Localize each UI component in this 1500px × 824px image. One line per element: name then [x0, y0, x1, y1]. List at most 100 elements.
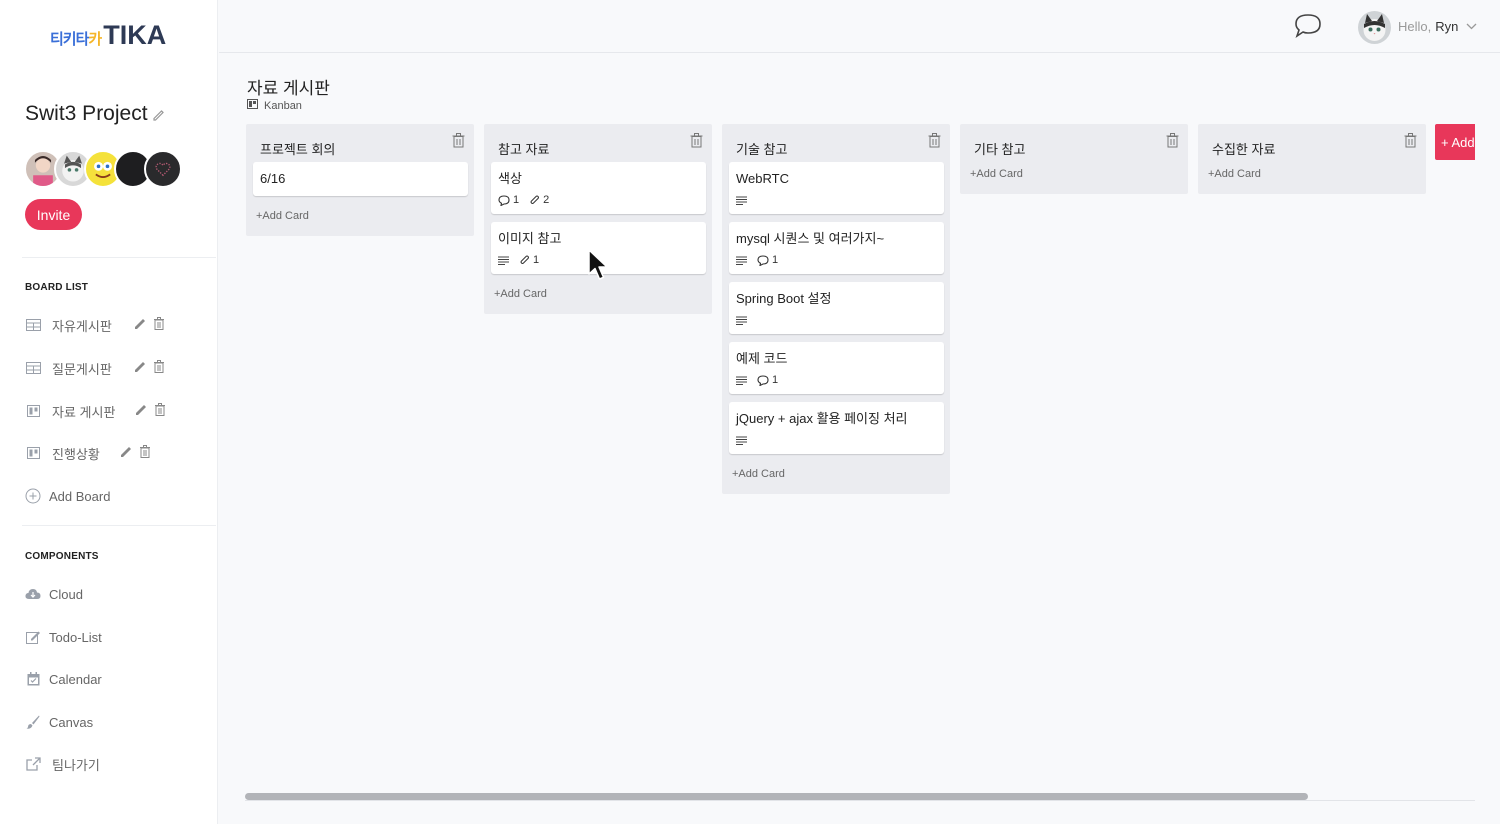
sidebar-item-board-2[interactable]: 질문게시판 — [25, 356, 165, 380]
horizontal-scrollbar[interactable] — [245, 791, 1475, 801]
greeting-text: Hello, — [1398, 19, 1432, 34]
card-title: 색상 — [498, 171, 522, 186]
description-icon — [736, 256, 747, 265]
description-icon — [498, 256, 509, 265]
add-card-button[interactable]: +Add Card — [1198, 162, 1426, 194]
kanban-card[interactable]: 6/16 — [253, 162, 468, 196]
add-card-button[interactable]: +Add Card — [246, 204, 474, 236]
description-icon — [736, 376, 747, 385]
project-title-text: Swit3 Project — [25, 102, 148, 125]
kanban-column: 기술 참고 WebRTC mysql 시퀀스 및 여러가지~ 1 Spring … — [722, 124, 950, 494]
user-name: Ryn — [1435, 19, 1459, 34]
edit-project-pencil-icon[interactable] — [152, 108, 166, 125]
chat-icon[interactable] — [1294, 13, 1322, 39]
app-logo[interactable]: 티키타 카 TIKA — [50, 20, 166, 51]
mouse-pointer-icon — [587, 249, 611, 283]
sidebar-item-calendar[interactable]: Calendar — [25, 668, 102, 690]
scrollbar-thumb[interactable] — [245, 793, 1308, 800]
sidebar-item-leave-team[interactable]: 팀나가기 — [25, 753, 100, 775]
kanban-card[interactable]: WebRTC — [729, 162, 944, 214]
logo-korean: 티키타 — [50, 31, 89, 48]
trash-icon[interactable] — [153, 317, 165, 333]
comment-count: 1 — [513, 194, 520, 206]
description-icon — [736, 436, 747, 445]
trash-icon[interactable] — [690, 133, 704, 149]
logo-korean-accent: 카 — [88, 31, 103, 48]
board-name: 자료 게시판 — [52, 404, 116, 420]
add-board-button[interactable]: Add Board — [25, 484, 110, 508]
card-title: jQuery + ajax 활용 페이징 처리 — [736, 411, 908, 426]
pencil-icon[interactable] — [134, 360, 147, 376]
add-card-button[interactable]: +Add Card — [484, 282, 712, 314]
user-menu[interactable]: Hello, Ryn — [1398, 19, 1477, 34]
kanban-card[interactable]: 예제 코드 1 — [729, 342, 944, 394]
chevron-down-icon — [1466, 21, 1477, 33]
kanban-icon — [247, 99, 258, 112]
component-label: Todo-List — [49, 629, 102, 645]
kanban-column: 기타 참고 +Add Card — [960, 124, 1188, 194]
board-type: Kanban — [247, 99, 302, 112]
add-card-button[interactable]: +Add Card — [722, 462, 950, 494]
add-list-button[interactable]: + Add — [1435, 124, 1475, 160]
column-title[interactable]: 수집한 자료 — [1212, 139, 1275, 158]
component-label: 팀나가기 — [52, 757, 100, 773]
board-name: 질문게시판 — [52, 361, 112, 377]
column-title[interactable]: 프로젝트 회의 — [260, 139, 335, 158]
board-name: 진행상황 — [52, 446, 100, 462]
components-heading: COMPONENTS — [25, 551, 99, 562]
card-title: 이미지 참고 — [498, 231, 562, 246]
trash-icon[interactable] — [153, 360, 165, 376]
kanban-card[interactable]: 색상 1 2 — [491, 162, 706, 214]
add-card-button[interactable]: +Add Card — [960, 162, 1188, 194]
trash-icon[interactable] — [1404, 133, 1418, 149]
board-type-label: Kanban — [264, 99, 302, 112]
description-icon — [736, 316, 747, 325]
trash-icon[interactable] — [1166, 133, 1180, 149]
paperclip-icon — [519, 255, 530, 266]
column-title[interactable]: 기타 참고 — [974, 139, 1025, 158]
card-title: Spring Boot 설정 — [736, 291, 832, 306]
trash-icon[interactable] — [928, 133, 942, 149]
paperclip-icon — [529, 195, 540, 206]
sidebar: 티키타 카 TIKA Swit3 Project Invite BOARD LIST… — [0, 0, 218, 824]
sidebar-item-board-1[interactable]: 자유게시판 — [25, 313, 165, 337]
user-avatar[interactable] — [1358, 11, 1391, 44]
calendar-icon — [25, 671, 41, 687]
pencil-icon[interactable] — [120, 445, 133, 461]
kanban-column: 수집한 자료 +Add Card — [1198, 124, 1426, 194]
plus-circle-icon — [25, 488, 41, 504]
column-title[interactable]: 기술 참고 — [736, 139, 787, 158]
edit-icon — [25, 629, 41, 645]
kanban-column: 프로젝트 회의 6/16 +Add Card — [246, 124, 474, 236]
kanban-card[interactable]: mysql 시퀀스 및 여러가지~ 1 — [729, 222, 944, 274]
comment-count: 1 — [772, 374, 779, 386]
comment-icon — [757, 254, 769, 266]
component-label: Cloud — [49, 586, 83, 602]
sidebar-item-canvas[interactable]: Canvas — [25, 711, 93, 733]
trash-icon[interactable] — [139, 445, 151, 461]
board-name: 자유게시판 — [52, 318, 112, 334]
board-list-heading: BOARD LIST — [25, 282, 89, 293]
avatar[interactable] — [144, 150, 182, 188]
cloud-icon — [25, 586, 41, 602]
sidebar-divider — [22, 525, 216, 526]
card-title: mysql 시퀀스 및 여러가지~ — [736, 231, 885, 246]
sidebar-item-board-3[interactable]: 자료 게시판 — [25, 399, 166, 423]
trash-icon[interactable] — [452, 133, 466, 149]
sidebar-item-cloud[interactable]: Cloud — [25, 583, 83, 605]
trash-icon[interactable] — [154, 403, 166, 419]
pencil-icon[interactable] — [135, 403, 148, 419]
kanban-card[interactable]: jQuery + ajax 활용 페이징 처리 — [729, 402, 944, 454]
description-icon — [736, 196, 747, 205]
component-label: Calendar — [49, 671, 102, 687]
column-title[interactable]: 참고 자료 — [498, 139, 549, 158]
pencil-icon[interactable] — [134, 317, 147, 333]
project-title: Swit3 Project — [25, 102, 166, 126]
sidebar-item-board-4[interactable]: 진행상황 — [25, 441, 151, 465]
sidebar-item-todo-list[interactable]: Todo-List — [25, 626, 102, 648]
table-icon — [25, 317, 41, 333]
attachment-count: 2 — [543, 194, 550, 206]
kanban-card[interactable]: Spring Boot 설정 — [729, 282, 944, 334]
table-icon — [25, 360, 41, 376]
invite-button[interactable]: Invite — [25, 199, 82, 230]
